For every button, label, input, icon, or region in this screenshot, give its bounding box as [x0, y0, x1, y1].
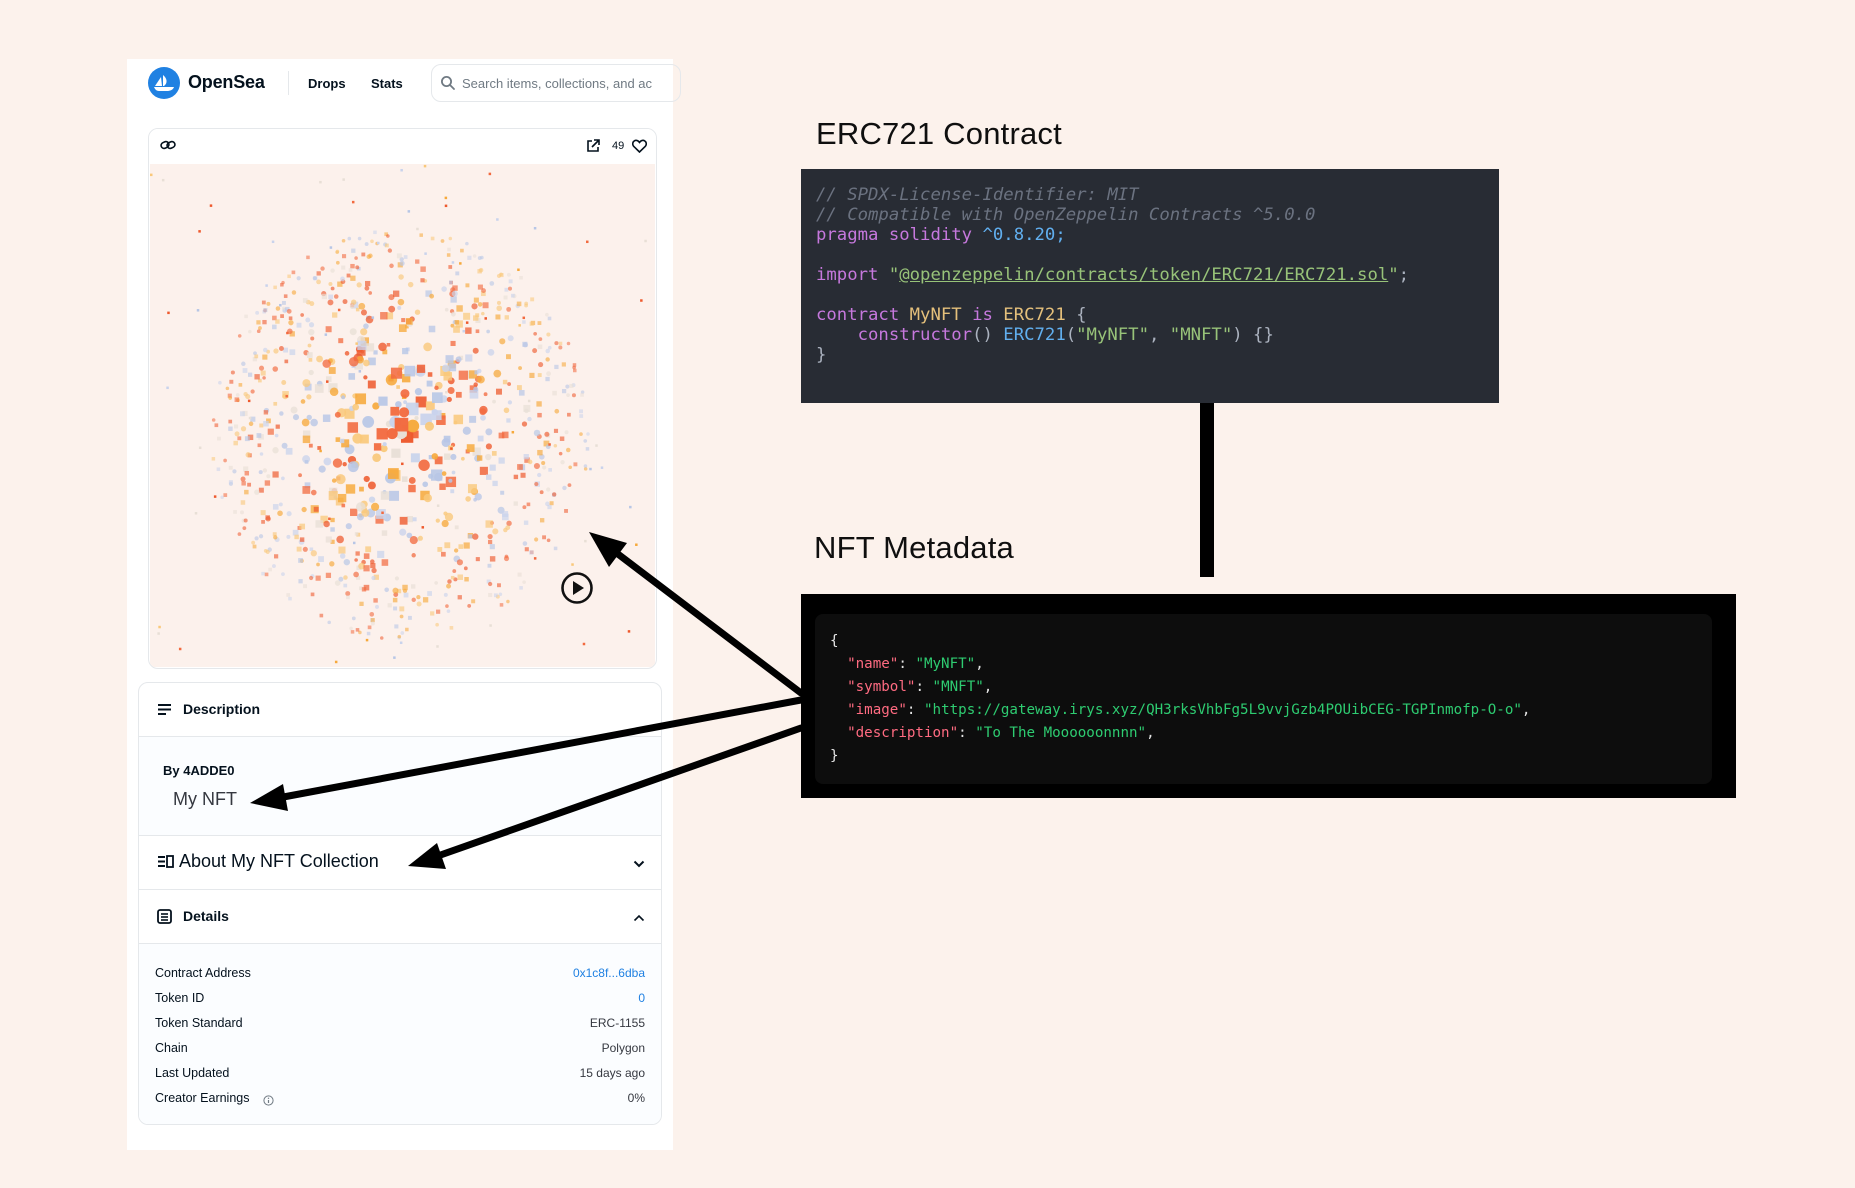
image-arrowhead — [589, 532, 627, 567]
image-arrow-line — [606, 544, 805, 697]
description-arrow-line — [428, 724, 805, 862]
name-arrowhead — [250, 784, 288, 811]
description-arrowhead — [408, 843, 446, 869]
name-arrow-line — [274, 696, 805, 802]
mapping-arrows — [250, 532, 805, 869]
